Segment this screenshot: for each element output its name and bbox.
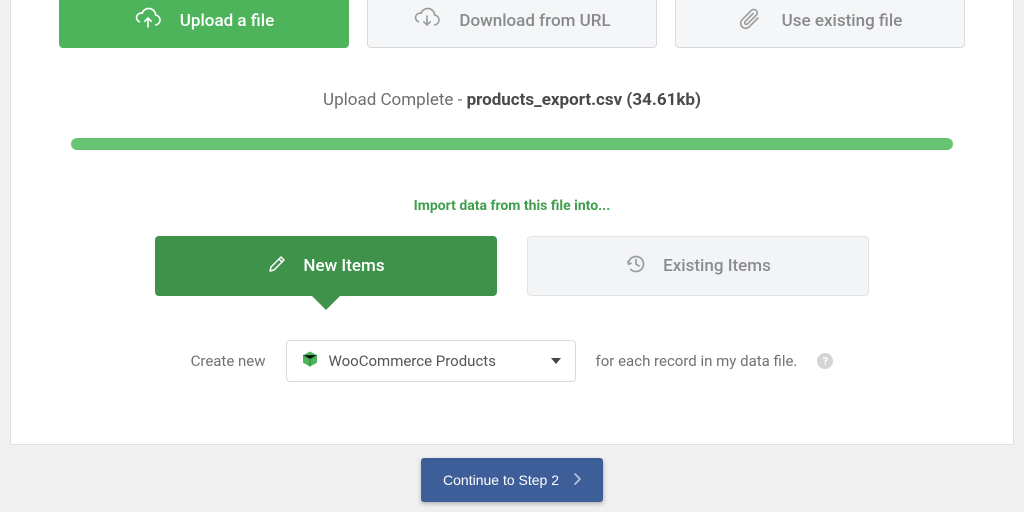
tab-existing-label: Existing Items	[663, 256, 771, 276]
entity-type-value: WooCommerce Products	[329, 352, 541, 370]
import-mode-tabs: New Items Existing Items	[11, 236, 1013, 296]
import-panel: Upload a file Download from URL Use	[10, 0, 1014, 445]
create-row: Create new WooCommerce Products for each…	[11, 340, 1013, 382]
upload-file-label: Upload a file	[180, 11, 274, 31]
tab-new-label: New Items	[303, 256, 384, 276]
continue-label: Continue to Step 2	[443, 472, 559, 488]
cloud-upload-icon	[134, 7, 162, 36]
status-filename: products_export.csv (34.61kb)	[467, 90, 701, 110]
create-prefix: Create new	[191, 352, 266, 370]
existing-file-label: Use existing file	[782, 11, 903, 31]
pencil-icon	[267, 254, 287, 279]
status-prefix: Upload Complete -	[323, 90, 467, 110]
existing-file-button[interactable]: Use existing file	[675, 0, 965, 48]
help-icon[interactable]: ?	[817, 353, 833, 369]
import-prompt: Import data from this file into...	[11, 198, 1013, 214]
upload-file-button[interactable]: Upload a file	[59, 0, 349, 48]
history-icon	[625, 253, 647, 280]
create-suffix: for each record in my data file.	[596, 352, 798, 370]
download-url-button[interactable]: Download from URL	[367, 0, 657, 48]
upload-status: Upload Complete - products_export.csv (3…	[11, 90, 1013, 110]
entity-type-select[interactable]: WooCommerce Products	[286, 340, 576, 382]
attachment-icon	[738, 7, 764, 36]
cloud-download-icon	[413, 7, 441, 36]
tab-new-items[interactable]: New Items	[155, 236, 497, 296]
chevron-right-icon	[573, 472, 581, 488]
tab-existing-items[interactable]: Existing Items	[527, 236, 869, 296]
progress-bar	[71, 138, 953, 150]
cube-icon	[301, 350, 319, 372]
source-row: Upload a file Download from URL Use	[11, 0, 1013, 48]
download-url-label: Download from URL	[459, 11, 610, 31]
continue-button[interactable]: Continue to Step 2	[421, 458, 603, 502]
chevron-down-icon	[551, 358, 561, 364]
